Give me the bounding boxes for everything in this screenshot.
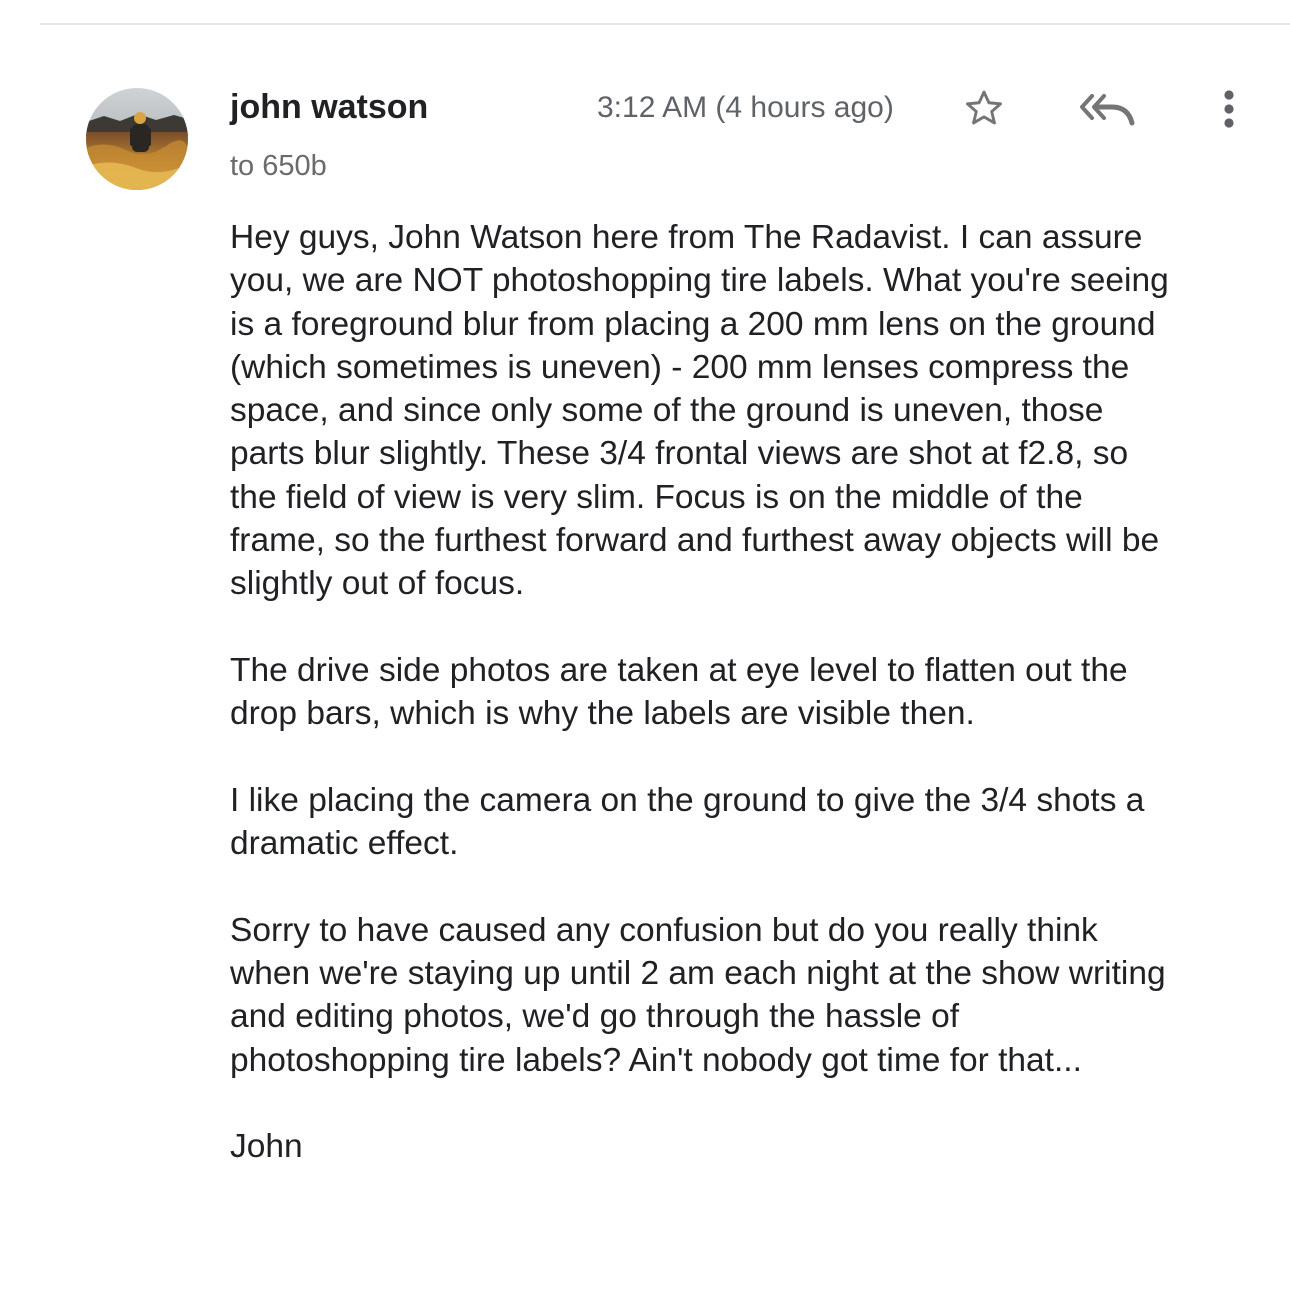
more-options-button[interactable] xyxy=(1212,84,1246,134)
star-outline-icon xyxy=(966,90,1002,125)
avatar-photo xyxy=(86,88,188,190)
sender-name[interactable]: john watson xyxy=(230,86,428,128)
sender-avatar[interactable] xyxy=(86,88,188,190)
body-paragraph-3: I like placing the camera on the ground … xyxy=(230,781,1145,863)
body-paragraph-2: The drive side photos are taken at eye l… xyxy=(230,651,1128,733)
message-body: Hey guys, John Watson here from The Rada… xyxy=(230,216,1260,1169)
more-vertical-icon xyxy=(1224,90,1234,128)
top-divider xyxy=(40,23,1290,25)
signature: John xyxy=(230,1128,303,1166)
body-paragraph-4: Sorry to have caused any confusion but d… xyxy=(230,911,1166,1079)
recipient-line[interactable]: to 650b xyxy=(230,148,327,184)
star-button[interactable] xyxy=(958,84,1010,134)
body-paragraph-1: Hey guys, John Watson here from The Rada… xyxy=(230,219,1169,603)
reply-all-button[interactable] xyxy=(1076,88,1138,130)
message-timestamp: 3:12 AM (4 hours ago) xyxy=(597,91,894,124)
reply-all-icon xyxy=(1080,94,1135,126)
